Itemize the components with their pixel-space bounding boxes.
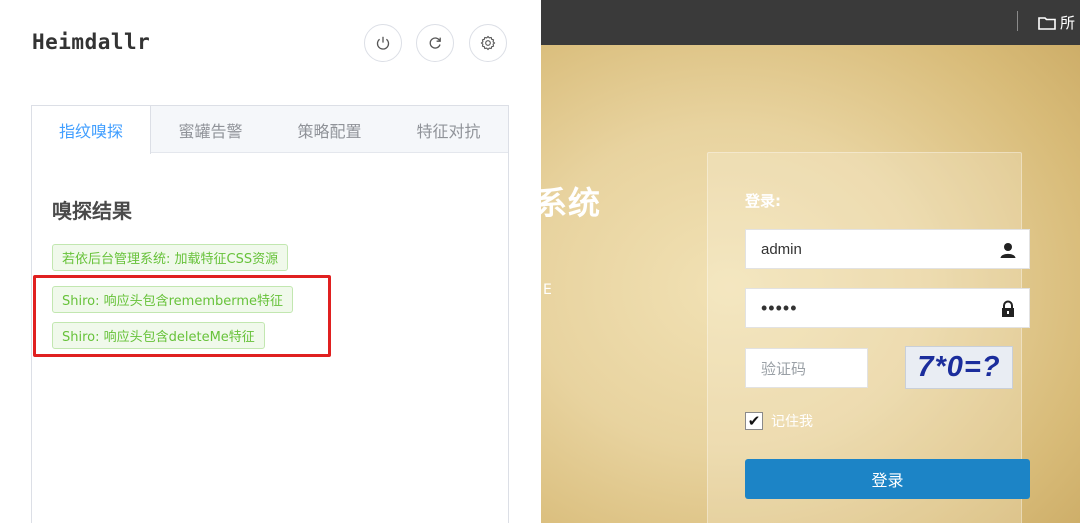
site-subtitle: E [543, 282, 552, 298]
power-icon [376, 36, 390, 50]
captcha-image[interactable]: 7*0=? [905, 346, 1013, 389]
topbar-divider [1017, 11, 1018, 31]
site-title: 系统 [541, 184, 602, 222]
app-name: Heimdallr [32, 30, 151, 54]
password-field[interactable]: ••••• [745, 288, 1030, 328]
topbar-folder-label: 所 [1060, 14, 1076, 32]
refresh-button[interactable] [416, 24, 454, 62]
tab-fingerprint-sniff[interactable]: 指纹嗅探 [32, 106, 151, 154]
power-button[interactable] [364, 24, 402, 62]
tab-feature-counter[interactable]: 特征对抗 [389, 106, 508, 153]
remember-me[interactable]: ✔ 记住我 [745, 411, 813, 431]
tab-policy-config[interactable]: 策略配置 [270, 106, 389, 153]
site-top-bar: 所 [541, 0, 1080, 45]
red-highlight-annotation [33, 275, 331, 357]
captcha-input[interactable]: 验证码 [745, 348, 868, 388]
tab-honeypot-alert[interactable]: 蜜罐告警 [151, 106, 270, 153]
lock-icon [1002, 300, 1014, 317]
login-heading: 登录: [745, 192, 781, 210]
password-value: ••••• [761, 297, 798, 318]
heimdallr-popup: Heimdallr 指纹嗅探 蜜罐告警 策略配置 特征对抗 嗅探结果 若依后台管… [0, 0, 541, 523]
settings-button[interactable] [469, 24, 507, 62]
login-submit-button[interactable]: 登录 [745, 459, 1030, 499]
login-card: 登录: admin ••••• 验证码 7*0=? ✔ 记住我 登录 [707, 152, 1030, 523]
background-login-page: 所 系统 E 登录: admin ••••• 验证码 7*0=? ✔ 记住我 登… [541, 0, 1080, 523]
refresh-icon [429, 37, 441, 49]
remember-label: 记住我 [771, 414, 813, 430]
tab-bar: 指纹嗅探 蜜罐告警 策略配置 特征对抗 [32, 106, 508, 154]
panel-heading: 嗅探结果 [52, 199, 132, 223]
username-field[interactable]: admin [745, 229, 1030, 269]
settings-icon [480, 35, 496, 51]
remember-checkbox[interactable]: ✔ [745, 412, 763, 430]
user-icon [1000, 243, 1016, 258]
topbar-folder-link[interactable]: 所 [1038, 12, 1075, 33]
username-value: admin [761, 240, 802, 258]
result-tag: 若依后台管理系统: 加载特征CSS资源 [52, 244, 289, 271]
folder-icon [1038, 16, 1056, 30]
